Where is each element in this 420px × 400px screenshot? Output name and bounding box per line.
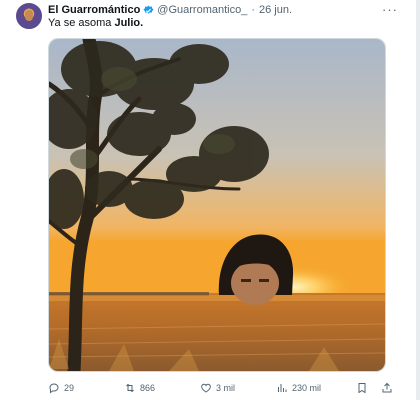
more-options-icon[interactable]: ··· [382,2,398,17]
tweet-image[interactable] [48,38,386,372]
reply-icon [49,383,59,394]
view-count: 230 mil [292,383,322,393]
tweet[interactable]: El Guarromántico @Guarromantico_ · 26 ju… [0,0,420,400]
author-handle[interactable]: @Guarromantico_ [157,4,247,16]
tweet-text: Ya se asoma Julio. [48,17,143,29]
bookmark-button[interactable] [356,379,368,397]
header-separator: · [251,4,256,16]
sunset-photo [49,39,385,371]
tweet-text-bold: Julio. [114,17,144,29]
retweet-count: 866 [140,383,156,393]
retweet-button[interactable]: 866 [124,379,155,397]
tweet-date[interactable]: 26 jun. [259,4,292,16]
views-icon [278,384,287,392]
reply-button[interactable]: 29 [48,379,74,397]
scrollbar[interactable] [416,0,420,400]
avatar[interactable] [16,3,42,29]
views-button[interactable]: 230 mil [276,379,321,397]
heart-icon [201,383,211,393]
tweet-text-prefix: Ya se asoma [48,17,112,29]
tweet-header: El Guarromántico @Guarromantico_ · 26 ju… [48,2,292,18]
share-button[interactable] [381,379,393,397]
retweet-icon [126,383,134,393]
like-count: 3 mil [216,383,236,393]
bookmark-icon [358,383,366,394]
like-button[interactable]: 3 mil [200,379,235,397]
share-icon [382,382,392,393]
verified-badge-icon [143,4,154,14]
tweet-actions: 29 866 3 mil 230 mil [48,379,393,397]
author-name[interactable]: El Guarromántico [48,4,140,16]
reply-count: 29 [64,383,75,393]
